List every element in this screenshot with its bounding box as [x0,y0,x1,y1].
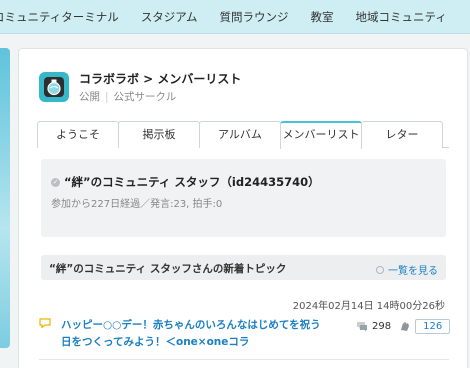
circle-tabs: ようこそ 掲示板 アルバム メンバーリスト レター [37,121,449,149]
side-banner-image [0,48,10,348]
circle-type-label: 公式サークル [113,91,177,103]
page-title: コラボラボ > メンバーリスト [79,72,242,86]
topic-date: 2024年02月14日 14時00分26秒 [292,301,445,312]
comment-count: 298 [372,321,392,332]
nav-item-question-lounge[interactable]: 質問ラウンジ [209,0,300,33]
clap-count-button[interactable]: 126 [415,319,451,334]
new-topics-title: “絆”のコミュニティ スタッフさんの新着トピック [49,263,287,275]
divider [39,359,449,360]
member-name[interactable]: “絆”のコミュニティ スタッフ（id24435740） [64,174,320,190]
tab-letter[interactable]: レター [361,121,443,148]
member-stats: 参加から227日経過／発言:23, 拍手:0 [51,199,223,210]
circle-meta: 公開 | 公式サークル [79,90,241,104]
member-profile-box: ✓ “絆”のコミュニティ スタッフ（id24435740） 参加から227日経過… [41,159,446,237]
clap-icon [401,322,410,331]
circle-logo-icon [39,72,69,102]
visibility-label: 公開 [79,91,100,103]
nav-item-community-terminal[interactable]: コミュニティターミナル [0,0,130,33]
nav-item-local-community[interactable]: 地域コミュニティ [345,0,458,33]
meta-divider: | [105,91,109,103]
check-icon: ✓ [51,177,60,187]
tab-board[interactable]: 掲示板 [118,121,200,148]
nav-item-classroom[interactable]: 教室 [300,0,345,33]
comment-icon [357,322,367,332]
member-name-row: ✓ “絆”のコミュニティ スタッフ（id24435740） [51,174,320,190]
tab-album[interactable]: アルバム [199,121,281,148]
nav-item-stadium[interactable]: スタジアム [130,0,209,33]
new-topics-header: “絆”のコミュニティ スタッフさんの新着トピック 一覧を見る [41,255,446,280]
topic-title-link[interactable]: ハッピー○○デー！赤ちゃんのいろんなはじめてを祝う日をつくってみよう！＜one×… [61,317,331,351]
top-navigation: コミュニティターミナル スタジアム 質問ラウンジ 教室 地域コミュニティ ママ&… [0,0,470,34]
circle-arrow-icon [376,265,384,274]
topic-counts: 298 126 [356,319,451,334]
view-all-label: 一覧を見る [388,266,438,277]
view-all-link[interactable]: 一覧を見る [376,262,438,277]
speech-bubble-icon [39,318,51,328]
circle-card: コラボラボ > メンバーリスト 公開 | 公式サークル ようこそ 掲示板 アルバム … [18,48,468,368]
nav-item-mama-baby[interactable]: ママ&ベビー [458,0,470,33]
tab-welcome[interactable]: ようこそ [37,121,119,148]
tab-member-list[interactable]: メンバーリスト [280,121,362,149]
circle-header: コラボラボ > メンバーリスト 公開 | 公式サークル [39,71,241,104]
